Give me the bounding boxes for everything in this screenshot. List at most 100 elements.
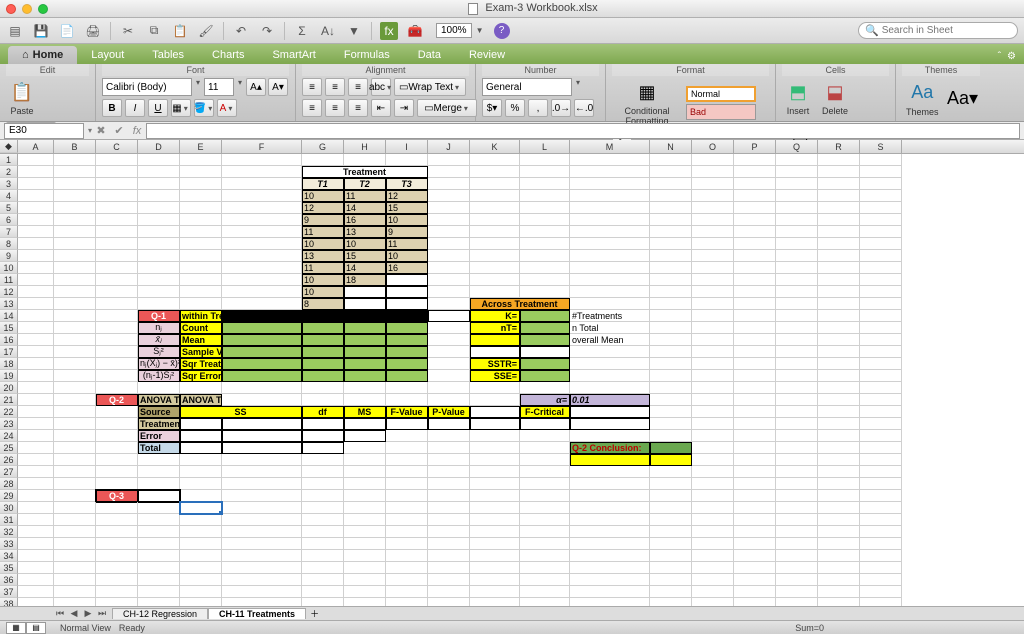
alpha-label[interactable]: α= bbox=[520, 394, 570, 406]
row-header-23[interactable]: 23 bbox=[0, 418, 18, 430]
tab-data[interactable]: Data bbox=[404, 46, 455, 64]
sqr-err-formula[interactable]: (nⱼ-1)Sⱼ² bbox=[138, 370, 180, 382]
format-painter-icon[interactable]: 🖌 bbox=[197, 22, 215, 40]
row-header-17[interactable]: 17 bbox=[0, 346, 18, 358]
t-data[interactable]: 11 bbox=[386, 238, 428, 250]
col-header-N[interactable]: N bbox=[650, 140, 692, 153]
t-data[interactable]: 12 bbox=[302, 202, 344, 214]
add-sheet-button[interactable]: ＋ bbox=[306, 607, 323, 620]
t-data[interactable] bbox=[344, 298, 386, 310]
print-icon[interactable]: 🖨 bbox=[84, 22, 102, 40]
tab-layout[interactable]: Layout bbox=[77, 46, 138, 64]
shrink-font-button[interactable]: A▾ bbox=[268, 78, 288, 96]
anova-row-total[interactable]: Total bbox=[138, 442, 180, 454]
style-normal[interactable]: Normal bbox=[686, 86, 756, 102]
t-col-0[interactable]: T1 bbox=[302, 178, 344, 190]
sheet-tab-regression[interactable]: CH-12 Regression bbox=[112, 608, 208, 619]
row-header-10[interactable]: 10 bbox=[0, 262, 18, 274]
nt-label[interactable]: nT= bbox=[470, 322, 520, 334]
toolbox-icon[interactable]: 🧰 bbox=[406, 22, 424, 40]
row-header-5[interactable]: 5 bbox=[0, 202, 18, 214]
row-header-11[interactable]: 11 bbox=[0, 274, 18, 286]
col-header-I[interactable]: I bbox=[386, 140, 428, 153]
t-data[interactable]: 13 bbox=[302, 250, 344, 262]
row-header-38[interactable]: 38 bbox=[0, 598, 18, 606]
col-header-H[interactable]: H bbox=[344, 140, 386, 153]
autosum-icon[interactable]: Σ bbox=[293, 22, 311, 40]
chevron-down-icon[interactable]: ▾ bbox=[194, 78, 202, 96]
treatment-header[interactable]: Treatment bbox=[302, 166, 428, 178]
redo-icon[interactable]: ↷ bbox=[258, 22, 276, 40]
selected-cell[interactable] bbox=[180, 502, 222, 514]
conditional-formatting-button[interactable]: ▦Conditional Formatting bbox=[612, 78, 682, 128]
col-header-F[interactable]: F bbox=[222, 140, 302, 153]
font-color-button[interactable]: A▾ bbox=[217, 99, 237, 117]
chevron-down-icon[interactable]: ▾ bbox=[574, 78, 582, 96]
sqr-treatment-label[interactable]: Sqr Treatment bbox=[180, 358, 222, 370]
xbar-label[interactable]: x̄ⱼ bbox=[138, 334, 180, 346]
row-header-33[interactable]: 33 bbox=[0, 538, 18, 550]
row-header-22[interactable]: 22 bbox=[0, 406, 18, 418]
t-data[interactable]: 10 bbox=[386, 214, 428, 226]
t-data[interactable]: 11 bbox=[302, 226, 344, 238]
minimize-icon[interactable] bbox=[22, 4, 32, 14]
alpha-value[interactable]: 0.01 bbox=[570, 394, 650, 406]
ntotal-label[interactable]: n Total bbox=[570, 322, 650, 334]
anova-fc-hdr[interactable]: F-Critical bbox=[520, 406, 570, 418]
cancel-formula-icon[interactable]: ✖ bbox=[92, 123, 110, 139]
t-data[interactable]: 11 bbox=[302, 262, 344, 274]
excel-icon[interactable]: ▤ bbox=[6, 22, 24, 40]
italic-button[interactable]: I bbox=[125, 99, 145, 117]
zoom-icon[interactable] bbox=[38, 4, 48, 14]
row-header-8[interactable]: 8 bbox=[0, 238, 18, 250]
search-sheet[interactable]: 🔍 bbox=[858, 22, 1018, 39]
sort-icon[interactable]: A↓ bbox=[319, 22, 337, 40]
font-name-select[interactable]: Calibri (Body) bbox=[102, 78, 192, 96]
row-header-34[interactable]: 34 bbox=[0, 550, 18, 562]
undo-icon[interactable]: ↶ bbox=[232, 22, 250, 40]
col-header-Q[interactable]: Q bbox=[776, 140, 818, 153]
row-header-26[interactable]: 26 bbox=[0, 454, 18, 466]
col-header-C[interactable]: C bbox=[96, 140, 138, 153]
align-middle-button[interactable]: ≡ bbox=[325, 78, 345, 96]
col-header-B[interactable]: B bbox=[54, 140, 96, 153]
t-data[interactable]: 15 bbox=[344, 250, 386, 262]
t-data[interactable]: 9 bbox=[302, 214, 344, 226]
t-data[interactable] bbox=[386, 286, 428, 298]
row-header-14[interactable]: 14 bbox=[0, 310, 18, 322]
t-data[interactable]: 16 bbox=[344, 214, 386, 226]
treatments-label[interactable]: #Treatments bbox=[570, 310, 650, 322]
t-data[interactable] bbox=[386, 298, 428, 310]
col-header-K[interactable]: K bbox=[470, 140, 520, 153]
q3-label[interactable]: Q-3 bbox=[96, 490, 138, 502]
align-top-button[interactable]: ≡ bbox=[302, 78, 322, 96]
underline-button[interactable]: U bbox=[148, 99, 168, 117]
bold-button[interactable]: B bbox=[102, 99, 122, 117]
row-header-19[interactable]: 19 bbox=[0, 370, 18, 382]
border-button[interactable]: ▦▾ bbox=[171, 99, 191, 117]
delete-button[interactable]: ⬓Delete bbox=[818, 78, 852, 118]
merge-button[interactable]: ▭ Merge▾ bbox=[417, 99, 477, 117]
anova-ss-hdr[interactable]: SS bbox=[180, 406, 302, 418]
t-data[interactable]: 12 bbox=[386, 190, 428, 202]
anova-ms-hdr[interactable]: MS bbox=[344, 406, 386, 418]
col-header-P[interactable]: P bbox=[734, 140, 776, 153]
insert-button[interactable]: ⬒Insert bbox=[782, 78, 814, 118]
t-data[interactable]: 10 bbox=[302, 190, 344, 202]
indent-inc-button[interactable]: ⇥ bbox=[394, 99, 414, 117]
anova-source-hdr[interactable]: Source bbox=[138, 406, 180, 418]
row-header-36[interactable]: 36 bbox=[0, 574, 18, 586]
name-box[interactable]: E30 bbox=[4, 123, 84, 139]
row-header-13[interactable]: 13 bbox=[0, 298, 18, 310]
across-treatment-header[interactable]: Across Treatment bbox=[470, 298, 570, 310]
comma-button[interactable]: , bbox=[528, 99, 548, 117]
t-data[interactable]: 18 bbox=[344, 274, 386, 286]
q1-label[interactable]: Q-1 bbox=[138, 310, 180, 322]
row-header-4[interactable]: 4 bbox=[0, 190, 18, 202]
tab-home[interactable]: ⌂Home bbox=[8, 46, 77, 64]
anova-f-hdr[interactable]: F-Value bbox=[386, 406, 428, 418]
sstr-label[interactable]: SSTR= bbox=[470, 358, 520, 370]
percent-button[interactable]: % bbox=[505, 99, 525, 117]
col-header-M[interactable]: M bbox=[570, 140, 650, 153]
mean-label[interactable]: Mean bbox=[180, 334, 222, 346]
